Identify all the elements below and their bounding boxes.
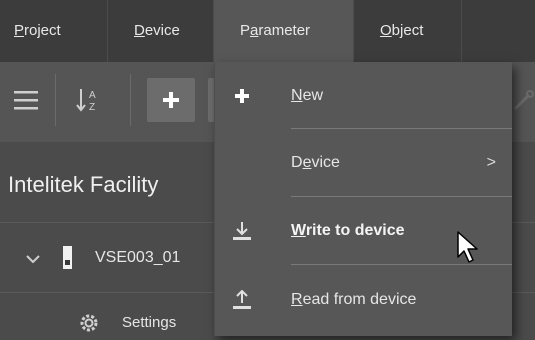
parameter-dropdown-menu: New Device > Write to device Read from d… <box>214 62 512 336</box>
plus-icon <box>163 92 179 108</box>
download-icon <box>229 218 255 244</box>
add-button[interactable] <box>147 78 195 122</box>
menu-item-label: Write to device <box>291 222 405 239</box>
menu-item-device[interactable]: Device > <box>215 129 512 197</box>
sort-button[interactable]: A Z <box>66 78 110 122</box>
chevron-down-icon[interactable] <box>26 254 40 264</box>
menu-item-label: Read from device <box>291 291 417 308</box>
menu-item-label: New <box>291 87 324 104</box>
sort-az-icon: A Z <box>76 89 96 113</box>
menu-bar: Project Device Parameter Object <box>0 0 535 62</box>
svg-text:Z: Z <box>89 102 95 113</box>
device-name: VSE003_01 <box>95 249 181 266</box>
chevron-right-icon: > <box>486 154 496 171</box>
facility-label[interactable]: Intelitek Facility <box>8 172 158 198</box>
menu-parameter[interactable]: Parameter <box>214 0 354 62</box>
menu-item-label: Device <box>291 154 340 171</box>
settings-label: Settings <box>122 314 177 331</box>
toolbar-separator <box>55 74 56 126</box>
menu-item-new[interactable]: New <box>215 62 512 130</box>
upload-icon <box>229 287 255 313</box>
plus-icon <box>229 83 255 109</box>
hamburger-button[interactable] <box>4 78 48 122</box>
menu-device[interactable]: Device <box>108 0 214 62</box>
toolbar-separator <box>130 74 131 126</box>
menu-item-read-from-device[interactable]: Read from device <box>215 266 512 334</box>
mouse-cursor-icon <box>457 231 478 263</box>
wrench-icon <box>513 90 534 111</box>
menu-icon <box>14 91 38 110</box>
menu-object[interactable]: Object <box>354 0 462 62</box>
gear-icon <box>80 314 98 332</box>
menu-project[interactable]: Project <box>0 0 108 62</box>
device-icon <box>63 246 72 269</box>
svg-text:A: A <box>89 90 96 101</box>
